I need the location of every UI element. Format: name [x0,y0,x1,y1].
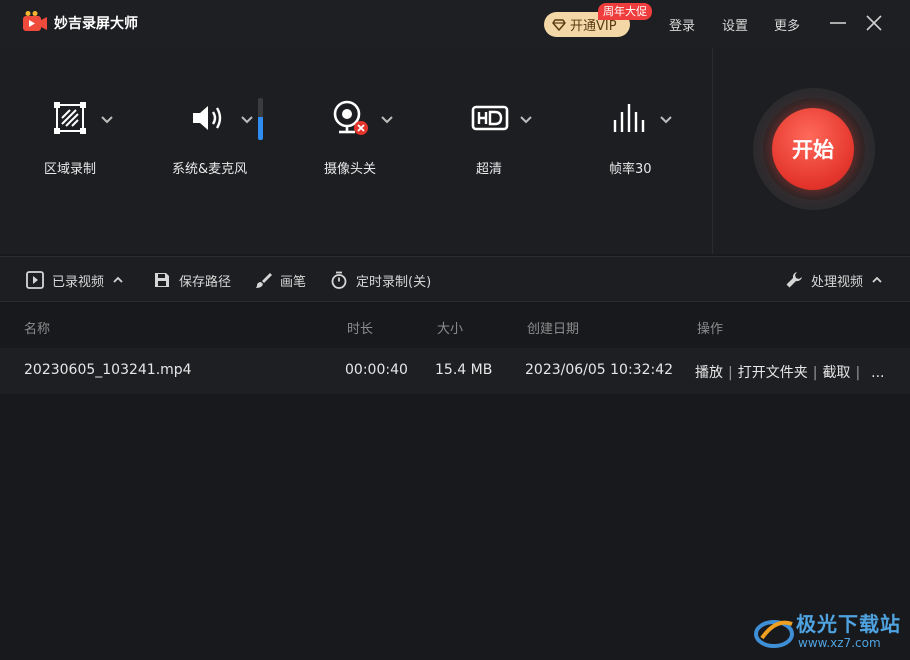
framerate-label: 帧率30 [609,162,652,177]
framerate-icon [613,104,645,132]
row-actions: 播放 | 打开文件夹 | 截取 |... [695,365,885,381]
save-icon [155,273,169,287]
hd-icon [471,105,509,131]
col-date: 创建日期 [527,322,580,337]
recorded-videos-toggle[interactable]: 已录视频 [26,270,124,290]
col-duration: 时长 [347,322,374,337]
audio-label: 系统&麦克风 [172,162,248,177]
chevron-down-icon[interactable] [380,115,394,125]
quality-tool[interactable]: 超清 [466,48,546,254]
speaker-icon [193,106,222,130]
region-record-label: 区域录制 [44,162,97,177]
volume-meter-fill [258,116,263,140]
process-video-button[interactable]: 处理视频 [785,270,883,290]
table-row[interactable]: 20230605_103241.mp4 00:00:40 15.4 MB 202… [0,348,910,394]
brush-icon [256,273,272,288]
app-title: 妙吉录屏大师 [54,16,138,32]
watermark-text: 极光下载站 [796,612,901,636]
chevron-down-icon[interactable] [240,115,254,125]
start-panel: 开始 [712,48,910,254]
play-link[interactable]: 播放 [695,365,723,381]
save-path-label: 保存路径 [179,274,232,290]
audio-tool[interactable]: 系统&麦克风 [170,48,270,254]
settings-link[interactable]: 设置 [722,15,748,34]
chevron-up-icon[interactable] [871,276,883,284]
region-record-icon [54,102,86,134]
brush-label: 画笔 [280,274,307,290]
brush-button[interactable]: 画笔 [254,270,306,290]
table-header: 名称 时长 大小 创建日期 操作 [0,302,910,348]
timer-record-label: 定时录制(关) [356,274,432,290]
trim-link[interactable]: 截取 [822,365,850,381]
record-toolbar: 区域录制 系统&麦克风 摄像头关 超清 帧率30 [0,48,712,254]
region-record-tool[interactable]: 区域录制 [40,48,130,254]
timer-record-button[interactable]: 定时录制(关) [330,270,431,290]
file-size: 15.4 MB [435,362,493,378]
quality-label: 超清 [476,162,503,177]
file-date: 2023/06/05 10:32:42 [525,362,674,378]
file-name: 20230605_103241.mp4 [24,362,192,378]
chevron-down-icon[interactable] [659,115,673,125]
promo-badge: 周年大促 [598,3,652,20]
webcam-tool[interactable]: 摄像头关 [322,48,412,254]
start-record-button[interactable]: 开始 [772,108,854,190]
chevron-down-icon[interactable] [519,115,533,125]
webcam-off-icon [333,100,368,135]
wrench-icon [786,272,802,288]
diamond-icon [552,18,566,31]
open-folder-link[interactable]: 打开文件夹 [738,365,808,381]
webcam-label: 摄像头关 [324,162,377,177]
close-icon[interactable] [863,12,885,34]
col-actions: 操作 [697,322,724,337]
minimize-icon[interactable] [827,12,849,34]
recorded-videos-label: 已录视频 [52,274,105,290]
file-duration: 00:00:40 [345,362,408,378]
more-link[interactable]: 更多 [774,15,800,34]
framerate-tool[interactable]: 帧率30 [606,48,686,254]
title-bar: 妙吉录屏大师 开通VIP 周年大促 登录 设置 更多 [0,0,910,48]
save-path-button[interactable]: 保存路径 [153,270,231,290]
timer-icon [331,271,347,289]
chevron-up-icon [113,276,123,283]
login-link[interactable]: 登录 [669,15,695,34]
col-name: 名称 [24,322,51,337]
process-video-label: 处理视频 [811,274,864,290]
col-size: 大小 [437,322,464,337]
chevron-down-icon[interactable] [100,115,114,125]
watermark-url: www.xz7.com [798,636,881,650]
more-actions-link[interactable]: ... [871,365,884,381]
video-icon [26,271,44,289]
volume-meter[interactable] [258,98,263,140]
video-toolbar: 已录视频 保存路径 画笔 定时录制(关) 处理视频 [0,256,910,302]
app-logo-icon [23,11,47,31]
